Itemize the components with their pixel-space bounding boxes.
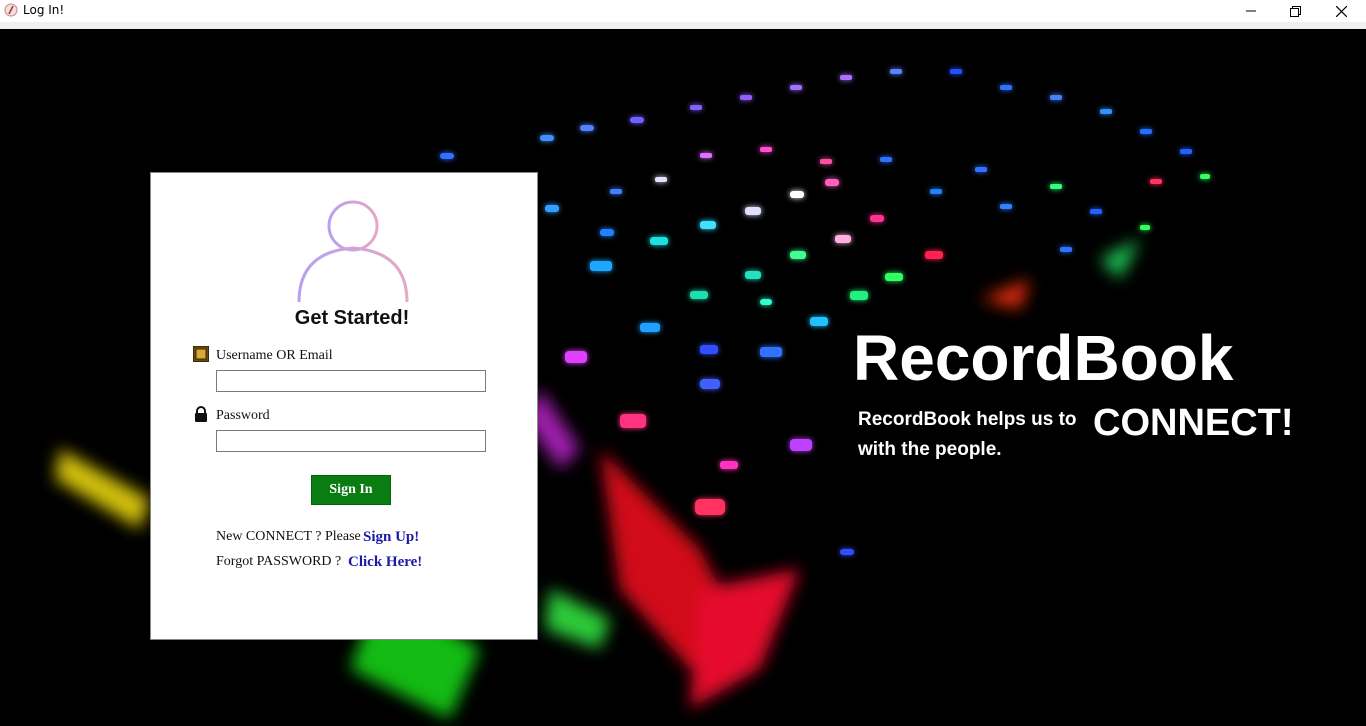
page-heading: Get Started!: [294, 307, 410, 329]
connect-slogan: CONNECT!: [1093, 402, 1294, 444]
tagline-line-1: RecordBook helps us to: [858, 409, 1077, 430]
feather-icon: [4, 3, 18, 17]
close-icon: [1335, 5, 1347, 17]
restore-icon: [1289, 5, 1301, 17]
title-bar-divider: [0, 22, 1366, 29]
lock-icon: [195, 406, 207, 422]
new-account-prompt: New CONNECT ? Please: [216, 529, 361, 544]
maximize-button[interactable]: [1272, 0, 1318, 22]
user-card-icon: [193, 346, 209, 362]
user-avatar-icon: [297, 200, 409, 303]
tagline-line-2: with the people.: [858, 439, 1002, 460]
forgot-password-link[interactable]: Click Here!: [348, 554, 422, 571]
brand-tagline: RecordBook helps us to with the people.: [858, 405, 1077, 465]
login-panel: Get Started! Username OR Email Password …: [150, 172, 538, 640]
password-input[interactable]: [216, 430, 486, 452]
sign-up-link[interactable]: Sign Up!: [363, 529, 419, 546]
brand-title: RecordBook: [853, 322, 1234, 394]
forgot-password-prompt: Forgot PASSWORD ?: [216, 554, 342, 569]
minimize-icon: [1246, 10, 1256, 12]
window-title-bar: Log In!: [0, 0, 1366, 23]
username-input[interactable]: [216, 370, 486, 392]
window-title: Log In!: [23, 3, 65, 17]
username-label: Username OR Email: [216, 348, 333, 363]
minimize-button[interactable]: [1228, 0, 1274, 22]
sign-in-button[interactable]: Sign In: [311, 475, 391, 505]
password-label: Password: [216, 408, 270, 423]
close-button[interactable]: [1318, 0, 1364, 22]
